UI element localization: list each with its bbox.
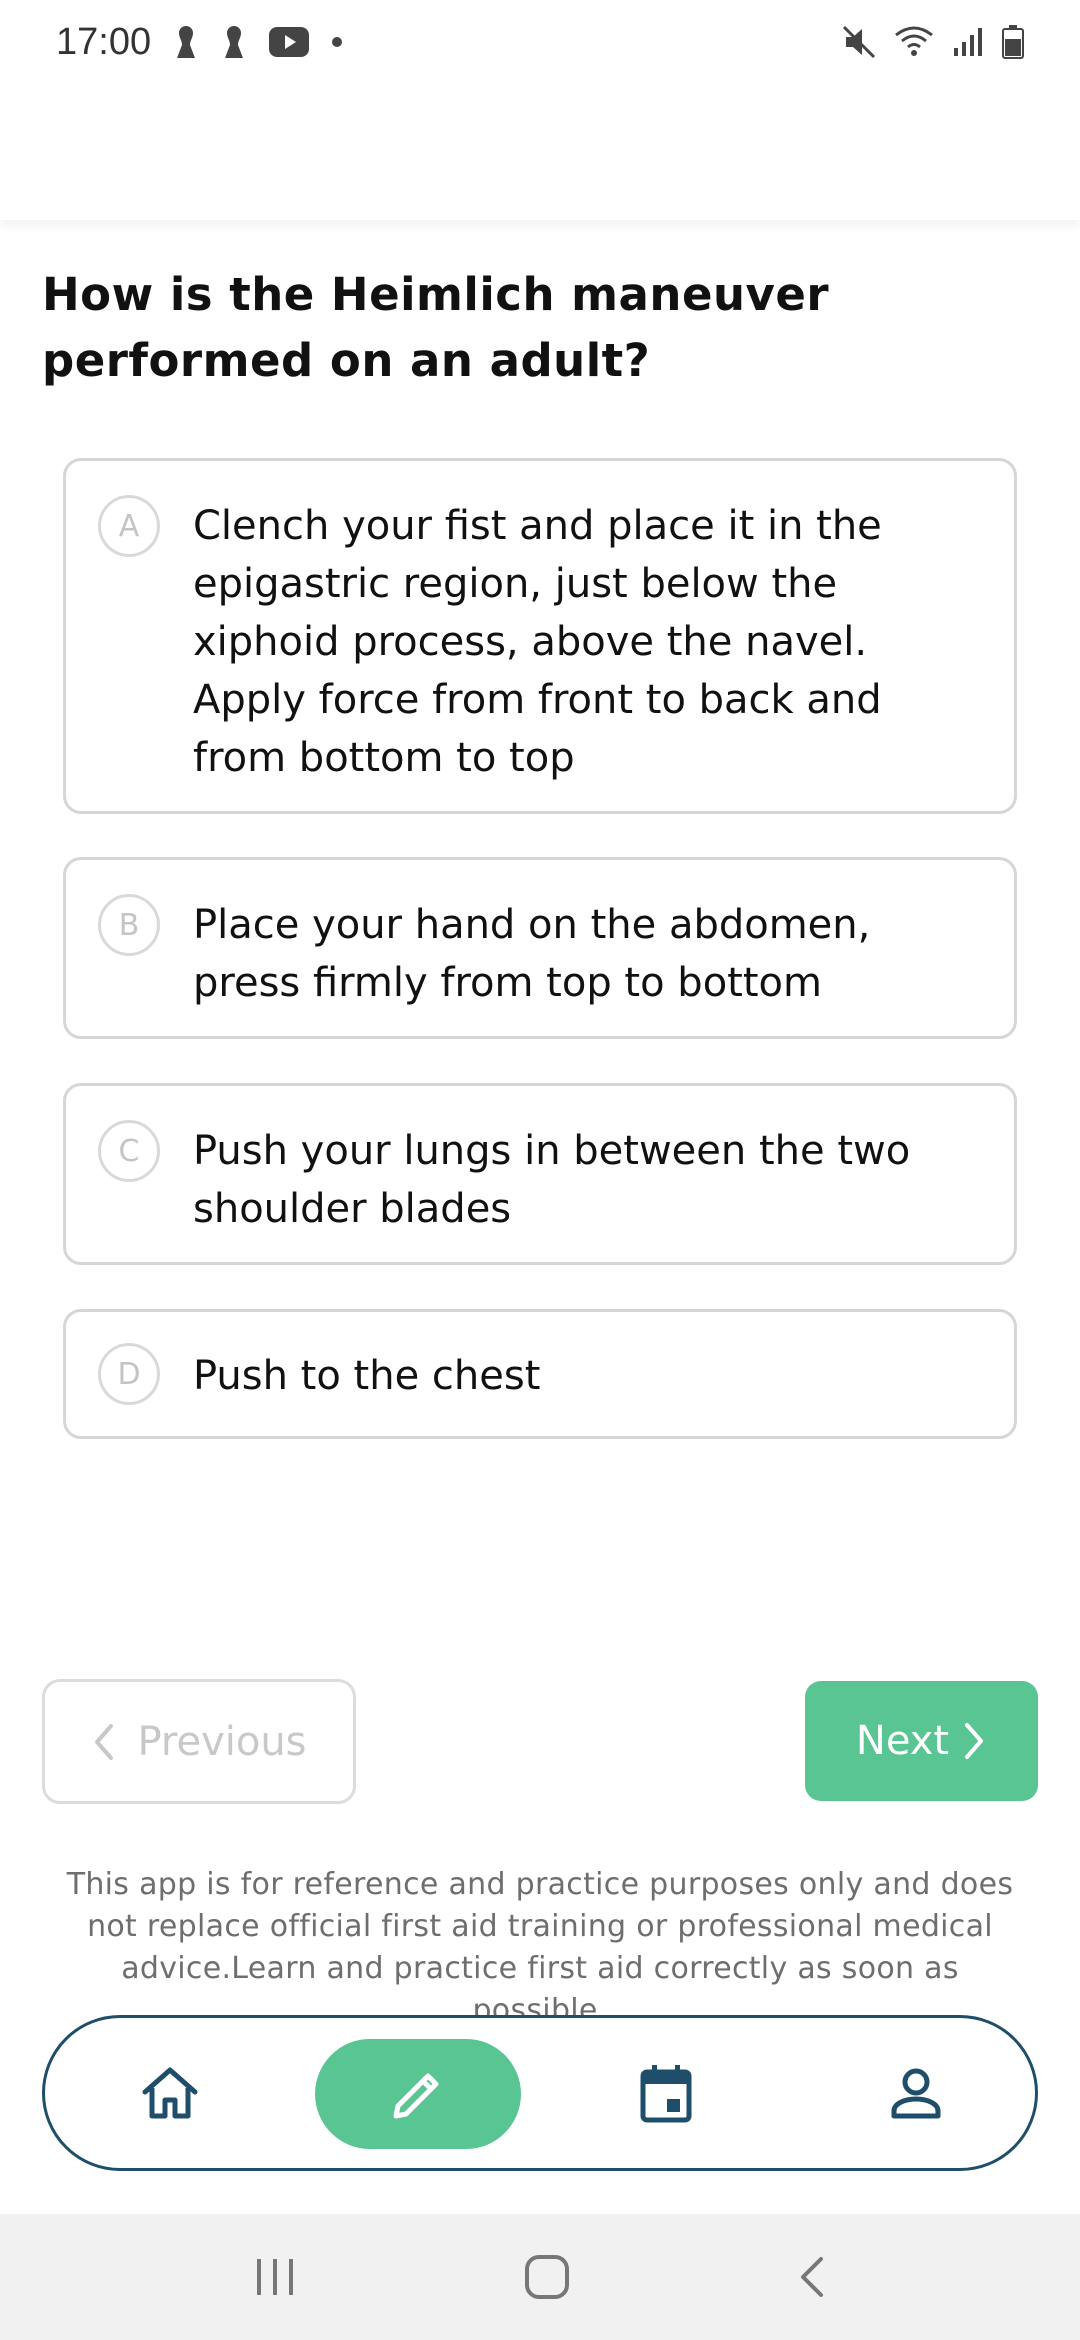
signal-icon [952,26,984,58]
bottom-nav [42,2015,1038,2171]
answer-option-d[interactable]: D Push to the chest [63,1309,1017,1439]
youtube-icon [269,27,310,57]
question-text: How is the Heimlich maneuver performed o… [42,268,830,387]
status-right [842,25,1024,59]
option-text: Clench your fist and place it in the epi… [193,503,882,781]
nav-home[interactable] [105,2018,235,2168]
previous-button[interactable]: Previous [42,1679,356,1804]
mute-icon [842,25,876,59]
chevron-left-icon [91,1722,115,1762]
pencil-icon [390,2066,446,2122]
back-icon[interactable] [797,2255,827,2299]
option-text: Place your hand on the abdomen, press fi… [193,902,871,1006]
home-icon [141,2066,199,2120]
option-text: Push to the chest [193,1353,541,1399]
option-letter: C [98,1120,160,1182]
next-button[interactable]: Next [805,1681,1038,1801]
wifi-icon [894,25,934,59]
nav-practice[interactable] [315,2039,521,2149]
nav-calendar[interactable] [601,2018,731,2168]
status-time: 17:00 [56,20,152,63]
next-label: Next [855,1718,950,1764]
system-nav-bar [0,2214,1080,2340]
battery-icon [1002,25,1024,59]
profile-icon [890,2067,942,2119]
dot-icon [331,36,343,48]
app-header [0,84,1080,220]
option-letter: D [98,1343,160,1405]
option-letter: B [98,894,160,956]
option-text: Push your lungs in between the two shoul… [193,1128,911,1232]
calendar-icon [640,2063,692,2123]
answer-option-c[interactable]: C Push your lungs in between the two sho… [63,1083,1017,1265]
notification-icon [173,24,199,60]
nav-profile[interactable] [851,2018,981,2168]
chevron-right-icon [963,1721,987,1761]
status-left: 17:00 [56,21,343,64]
answer-option-b[interactable]: B Place your hand on the abdomen, press … [63,857,1017,1039]
status-bar: 17:00 [0,0,1080,84]
disclaimer-text: This app is for reference and practice p… [66,1867,1014,2028]
answer-option-a[interactable]: A Clench your fist and place it in the e… [63,458,1017,814]
option-letter: A [98,495,160,557]
recent-apps-icon[interactable] [253,2257,297,2297]
home-button-icon[interactable] [524,2254,570,2300]
previous-label: Previous [137,1718,307,1765]
notification-icon [221,24,247,60]
